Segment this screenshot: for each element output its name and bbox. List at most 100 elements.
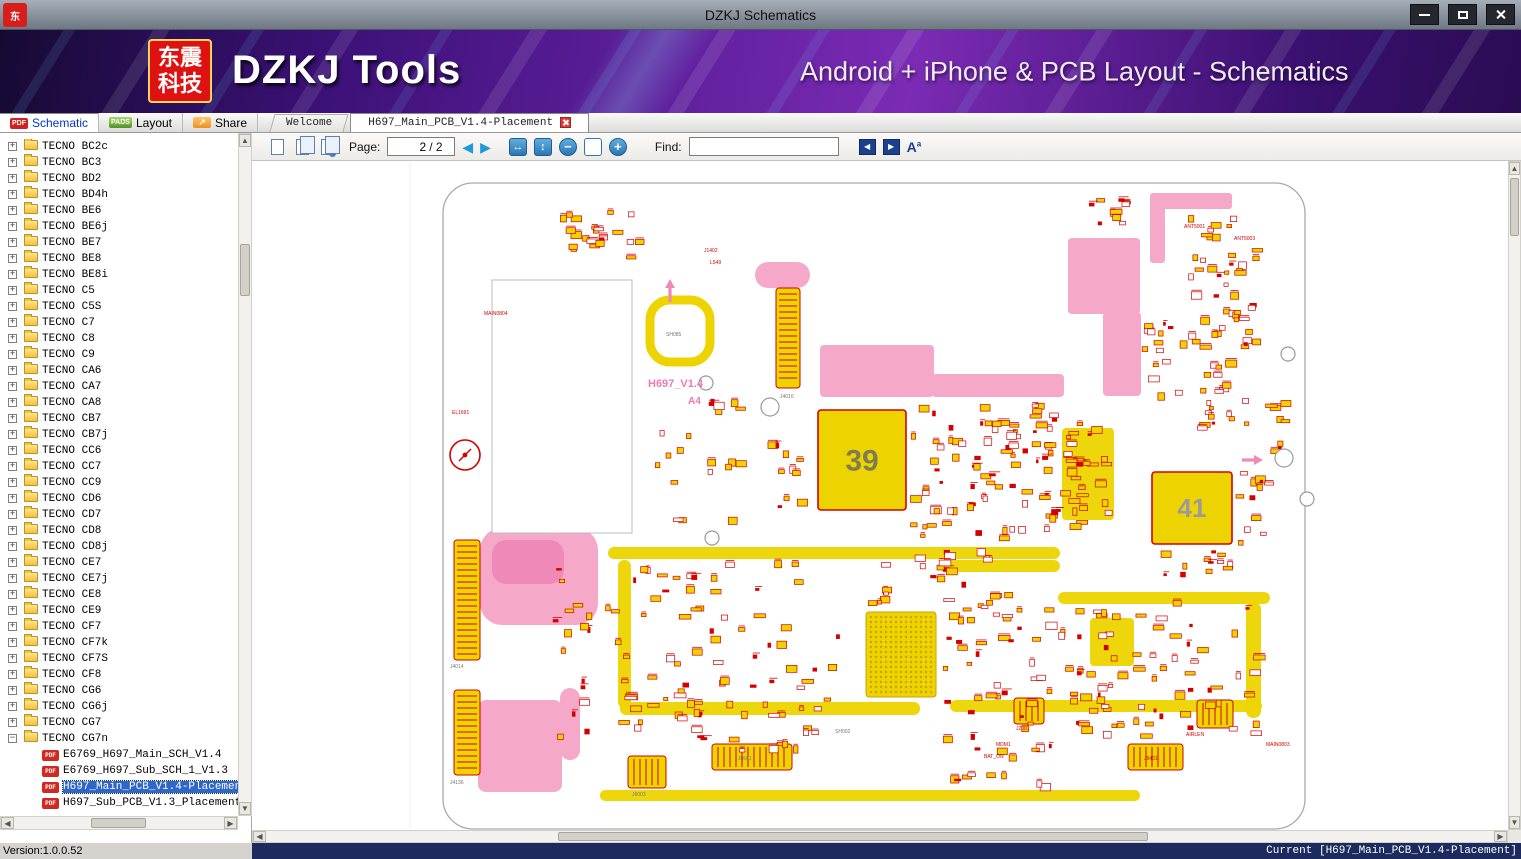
tree-folder[interactable]: + TECNO BC3	[0, 154, 238, 171]
tree-folder[interactable]: + TECNO CF7k	[0, 634, 238, 651]
minimize-button[interactable]	[1410, 4, 1439, 25]
tab-layout[interactable]: PADS Layout	[99, 113, 183, 132]
tree-folder[interactable]: + TECNO C9	[0, 346, 238, 363]
expand-icon[interactable]: +	[8, 174, 17, 183]
find-next-icon[interactable]: ▶	[882, 138, 900, 155]
tree-folder[interactable]: + TECNO BE7	[0, 234, 238, 251]
single-page-icon[interactable]	[268, 138, 286, 156]
sidebar-vertical-scrollbar[interactable]: ▲ ▼	[238, 133, 252, 816]
expand-icon[interactable]: +	[8, 414, 17, 423]
tree-folder[interactable]: + TECNO CA7	[0, 378, 238, 395]
next-page-icon[interactable]: ▶	[480, 138, 491, 156]
tree-file[interactable]: PDF E6769_H697_Main_SCH_V1.4	[0, 747, 238, 763]
expand-icon[interactable]: +	[8, 670, 17, 679]
expand-icon[interactable]: +	[8, 270, 17, 279]
tree-folder[interactable]: + TECNO CD8j	[0, 538, 238, 555]
scroll-right-icon[interactable]: ▶	[1494, 831, 1507, 842]
tree-folder[interactable]: + TECNO CE9	[0, 602, 238, 619]
expand-icon[interactable]: +	[8, 142, 17, 151]
tree-folder[interactable]: + TECNO CG6	[0, 682, 238, 699]
expand-icon[interactable]: +	[8, 158, 17, 167]
fit-page-icon[interactable]: ↕	[533, 137, 552, 156]
expand-icon[interactable]: +	[8, 590, 17, 599]
expand-icon[interactable]: +	[8, 366, 17, 375]
expand-icon[interactable]: +	[8, 302, 17, 311]
tree-file[interactable]: PDF H697_Main_PCB_V1.4-Placement	[0, 779, 238, 795]
tree-folder[interactable]: + TECNO CF8	[0, 666, 238, 683]
tree-folder[interactable]: + TECNO CA6	[0, 362, 238, 379]
content-horizontal-scrollbar[interactable]: ◀ ▶	[252, 830, 1508, 843]
tree-folder[interactable]: + TECNO CG6j	[0, 698, 238, 715]
expand-icon[interactable]: +	[8, 382, 17, 391]
expand-icon[interactable]: +	[8, 334, 17, 343]
close-button[interactable]	[1486, 4, 1515, 25]
expand-icon[interactable]: +	[8, 318, 17, 327]
scrollbar-thumb[interactable]	[91, 818, 146, 828]
tree-folder[interactable]: + TECNO CC6	[0, 442, 238, 459]
tree-folder[interactable]: + TECNO CE8	[0, 586, 238, 603]
expand-icon[interactable]: +	[8, 622, 17, 631]
expand-icon[interactable]: +	[8, 398, 17, 407]
tree-folder[interactable]: + TECNO CD6	[0, 490, 238, 507]
expand-icon[interactable]: +	[8, 542, 17, 551]
expand-icon[interactable]: +	[8, 254, 17, 263]
doc-tab-active[interactable]: H697_Main_PCB_V1.4-Placement	[350, 113, 590, 132]
zoom-out-icon[interactable]: −	[558, 137, 577, 156]
text-size-icon[interactable]: Aa	[907, 139, 922, 155]
expand-icon[interactable]: +	[8, 654, 17, 663]
expand-icon[interactable]: +	[8, 510, 17, 519]
expand-icon[interactable]: +	[8, 478, 17, 487]
tree-folder[interactable]: + TECNO CG7	[0, 714, 238, 731]
doc-tab-welcome[interactable]: Welcome	[268, 113, 350, 132]
scrollbar-thumb[interactable]	[1510, 178, 1519, 236]
tree-folder[interactable]: + TECNO C5S	[0, 298, 238, 315]
expand-icon[interactable]: −	[8, 734, 17, 743]
tree-folder[interactable]: + TECNO CE7	[0, 554, 238, 571]
tree-file[interactable]: PDF E6769_H697_Sub_SCH_1_V1.3	[0, 763, 238, 779]
tree-folder[interactable]: + TECNO BE6j	[0, 218, 238, 235]
scrollbar-thumb[interactable]	[558, 832, 1148, 841]
tab-schematic[interactable]: PDF Schematic	[0, 113, 100, 132]
tree-folder[interactable]: + TECNO BE6	[0, 202, 238, 219]
tree-folder[interactable]: + TECNO CD7	[0, 506, 238, 523]
page-number-input[interactable]	[400, 139, 427, 154]
maximize-button[interactable]	[1448, 4, 1477, 25]
tree-folder[interactable]: + TECNO CF7S	[0, 650, 238, 667]
expand-icon[interactable]: +	[8, 638, 17, 647]
expand-icon[interactable]: +	[8, 430, 17, 439]
tree-folder[interactable]: + TECNO CC9	[0, 474, 238, 491]
tree-folder[interactable]: + TECNO C5	[0, 282, 238, 299]
fit-width-icon[interactable]: ↔	[508, 137, 527, 156]
expand-icon[interactable]: +	[8, 190, 17, 199]
expand-icon[interactable]: +	[8, 718, 17, 727]
expand-icon[interactable]: +	[8, 462, 17, 471]
expand-icon[interactable]: +	[8, 558, 17, 567]
tree-folder[interactable]: − TECNO CG7n	[0, 730, 238, 747]
expand-icon[interactable]: +	[8, 574, 17, 583]
tree-folder[interactable]: + TECNO BE8i	[0, 266, 238, 283]
scroll-left-icon[interactable]: ◀	[253, 831, 266, 842]
tree-folder[interactable]: + TECNO CF7	[0, 618, 238, 635]
scroll-down-icon[interactable]: ▼	[239, 802, 251, 815]
copy-pages-icon[interactable]	[293, 135, 315, 156]
sidebar-horizontal-scrollbar[interactable]: ◀ ▶	[0, 816, 238, 830]
tree-folder[interactable]: + TECNO CE7j	[0, 570, 238, 587]
tree-folder[interactable]: + TECNO BD2	[0, 170, 238, 187]
find-input[interactable]	[688, 137, 839, 156]
scrollbar-thumb[interactable]	[240, 244, 250, 296]
scroll-left-icon[interactable]: ◀	[1, 817, 14, 829]
actual-size-icon[interactable]	[583, 137, 602, 156]
find-previous-icon[interactable]: ◀	[858, 138, 876, 155]
expand-icon[interactable]: +	[8, 206, 17, 215]
tree-file[interactable]: PDF H697_Sub_PCB_V1.3_Placement	[0, 795, 238, 811]
tree-folder[interactable]: + TECNO C7	[0, 314, 238, 331]
content-vertical-scrollbar[interactable]: ▲ ▼	[1508, 161, 1521, 830]
document-viewport[interactable]: 39 41 H697_V1.4 A4 SH085 MAIN0804 EL1691 J4016 J…	[252, 161, 1508, 830]
expand-icon[interactable]: +	[8, 494, 17, 503]
expand-icon[interactable]: +	[8, 350, 17, 359]
expand-icon[interactable]: +	[8, 446, 17, 455]
expand-icon[interactable]: +	[8, 606, 17, 615]
scroll-up-icon[interactable]: ▲	[239, 134, 251, 147]
tree-folder[interactable]: + TECNO BC2c	[0, 139, 238, 155]
expand-icon[interactable]: +	[8, 686, 17, 695]
